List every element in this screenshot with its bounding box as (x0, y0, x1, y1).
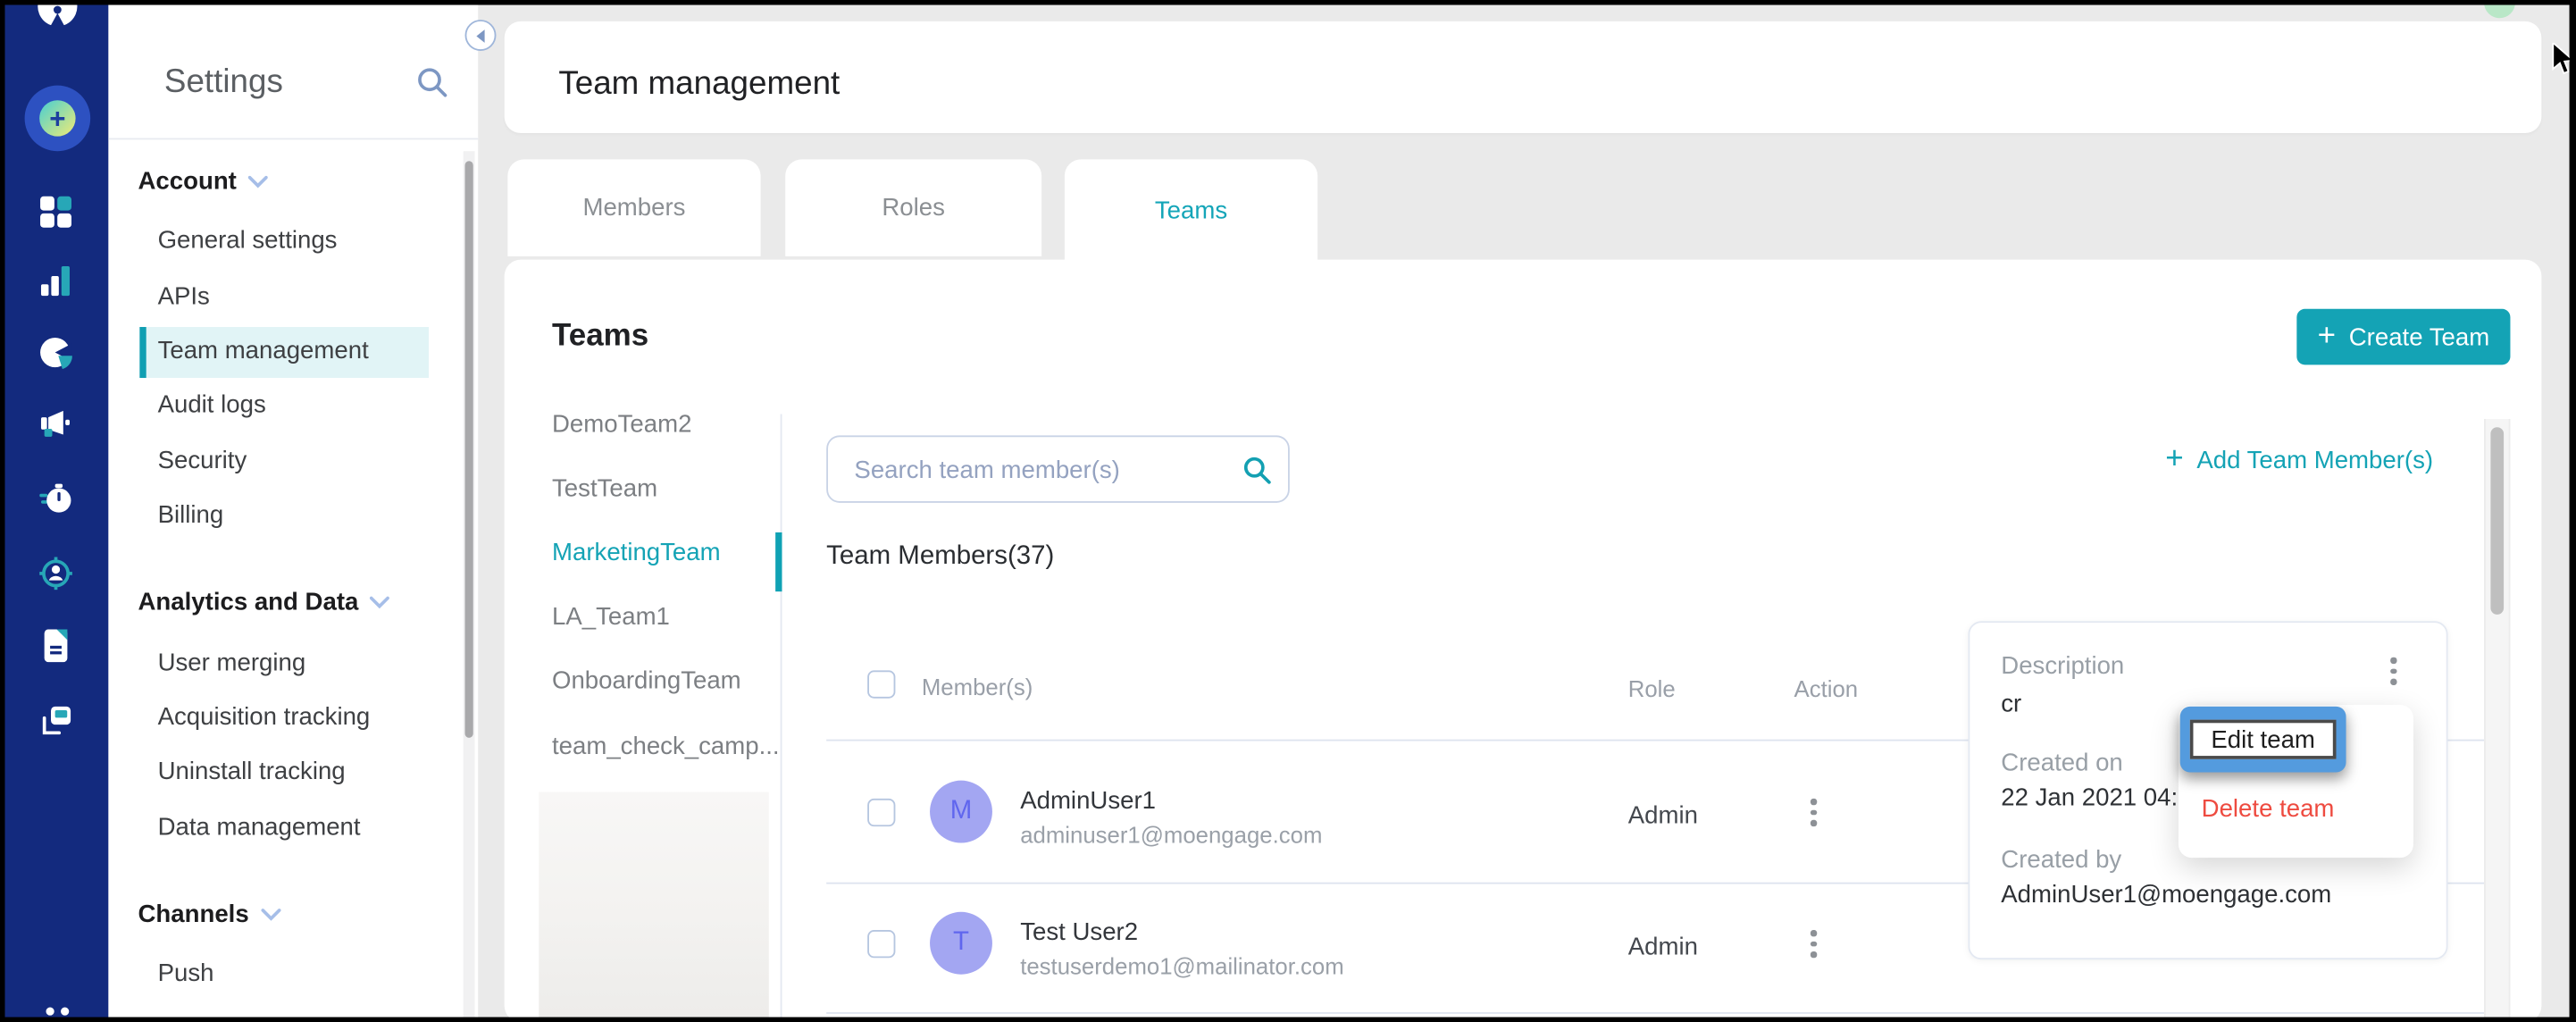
sidebar-item-general-settings[interactable]: General settings (158, 227, 338, 255)
settings-scrollbar-thumb[interactable] (465, 161, 473, 738)
team-list-item[interactable]: OnboardingTeam (552, 667, 741, 695)
sidebar-item-push[interactable]: Push (158, 959, 214, 987)
campaigns-megaphone-icon[interactable] (39, 409, 72, 442)
chevron-down-icon (248, 175, 268, 188)
delete-team-menu-item[interactable]: Delete team (2202, 795, 2335, 823)
dashboard-icon[interactable] (39, 196, 72, 229)
sidebar-item-user-merging[interactable]: User merging (158, 649, 306, 677)
window-border (0, 0, 2576, 5)
section-analytics-data[interactable]: Analytics and Data (138, 588, 390, 616)
blurred-region (539, 792, 769, 1019)
segments-pie-icon[interactable] (39, 337, 72, 370)
search-icon[interactable] (1243, 457, 1271, 484)
sidebar-item-billing[interactable]: Billing (158, 501, 224, 529)
selected-menu-bar (139, 327, 146, 378)
edit-team-highlight: Edit team (2180, 707, 2346, 773)
column-action: Action (1794, 675, 1859, 701)
teams-heading: Teams (552, 319, 648, 355)
created-by-value: AdminUser1@moengage.com (2001, 881, 2331, 909)
collapse-panel-button[interactable] (465, 20, 497, 51)
chevron-down-icon (261, 908, 280, 921)
details-kebab-icon[interactable] (2384, 650, 2404, 691)
tab-roles[interactable]: Roles (785, 159, 1041, 256)
member-role: Admin (1628, 934, 1698, 961)
settings-search-icon[interactable] (417, 67, 448, 106)
sidebar-item-team-management[interactable]: Team management (158, 337, 369, 364)
tab-members[interactable]: Members (507, 159, 760, 256)
moengage-logo-icon[interactable] (35, 5, 81, 40)
content-scrollbar-thumb[interactable] (2490, 427, 2504, 615)
analytics-icon[interactable] (39, 264, 72, 297)
description-label: Description (2001, 652, 2124, 680)
divider (781, 415, 782, 1022)
plus-icon: + (39, 100, 75, 136)
team-list-item[interactable]: DemoTeam2 (552, 411, 691, 439)
window-border (0, 1018, 2576, 1022)
avatar: T (930, 912, 992, 975)
team-list-item[interactable]: LA_Team1 (552, 603, 670, 631)
audience-target-icon[interactable] (39, 557, 72, 591)
partial-icon (61, 1007, 69, 1015)
window-border (0, 0, 5, 1022)
select-all-checkbox[interactable] (867, 670, 895, 698)
create-team-button[interactable]: + Create Team (2296, 309, 2510, 365)
tab-teams[interactable]: Teams (1065, 159, 1317, 263)
member-email: adminuser1@moengage.com (1020, 822, 1322, 848)
member-role: Admin (1628, 802, 1698, 830)
row-checkbox[interactable] (867, 799, 895, 826)
selected-team-bar (775, 532, 782, 591)
avatar: M (930, 781, 992, 843)
window-border (2570, 0, 2576, 1022)
search-team-member-box[interactable] (826, 435, 1290, 502)
sidebar-item-audit-logs[interactable]: Audit logs (158, 391, 266, 419)
sidebar-item-security[interactable]: Security (158, 447, 247, 474)
row-checkbox[interactable] (867, 930, 895, 958)
page-title: Team management (558, 66, 840, 104)
divider (826, 1012, 2484, 1014)
sidebar-item-uninstall-tracking[interactable]: Uninstall tracking (158, 758, 346, 785)
chevron-down-icon (370, 596, 389, 609)
team-members-count: Team Members(37) (826, 542, 1054, 572)
sidebar-item-data-management[interactable]: Data management (158, 813, 361, 841)
created-by-label: Created by (2001, 846, 2121, 874)
cards-stack-icon[interactable] (39, 705, 72, 738)
app-window: + (0, 0, 2576, 1022)
section-channels[interactable]: Channels (138, 901, 280, 928)
section-account[interactable]: Account (138, 168, 268, 196)
chevron-left-icon (475, 29, 483, 42)
member-name: Test User2 (1020, 918, 1138, 946)
sidebar-item-apis[interactable]: APIs (158, 282, 210, 310)
row-actions-kebab-icon[interactable] (1804, 792, 1824, 833)
plus-icon: + (2165, 444, 2183, 475)
column-member: Member(s) (922, 674, 1033, 699)
member-email: testuserdemo1@mailinator.com (1020, 953, 1343, 979)
created-on-label: Created on (2001, 750, 2123, 777)
team-list-item-selected[interactable]: MarketingTeam (552, 539, 721, 566)
partial-icon (46, 1007, 54, 1015)
add-team-members-link[interactable]: + Add Team Member(s) (2165, 447, 2433, 474)
settings-title: Settings (164, 64, 283, 102)
team-list-item[interactable]: team_check_camp... (552, 733, 780, 760)
member-name: AdminUser1 (1020, 787, 1156, 815)
timer-icon[interactable] (39, 483, 72, 516)
column-role: Role (1628, 675, 1676, 701)
team-list-item[interactable]: TestTeam (552, 475, 657, 503)
documents-icon[interactable] (39, 629, 72, 662)
description-value: cr (2001, 691, 2021, 718)
search-input[interactable] (851, 437, 1235, 504)
row-actions-kebab-icon[interactable] (1804, 924, 1824, 964)
edit-team-menu-item[interactable]: Edit team (2190, 720, 2337, 759)
divider (108, 138, 478, 140)
create-new-button[interactable]: + (25, 86, 91, 152)
plus-icon: + (2318, 320, 2336, 351)
sidebar-item-acquisition-tracking[interactable]: Acquisition tracking (158, 703, 371, 731)
